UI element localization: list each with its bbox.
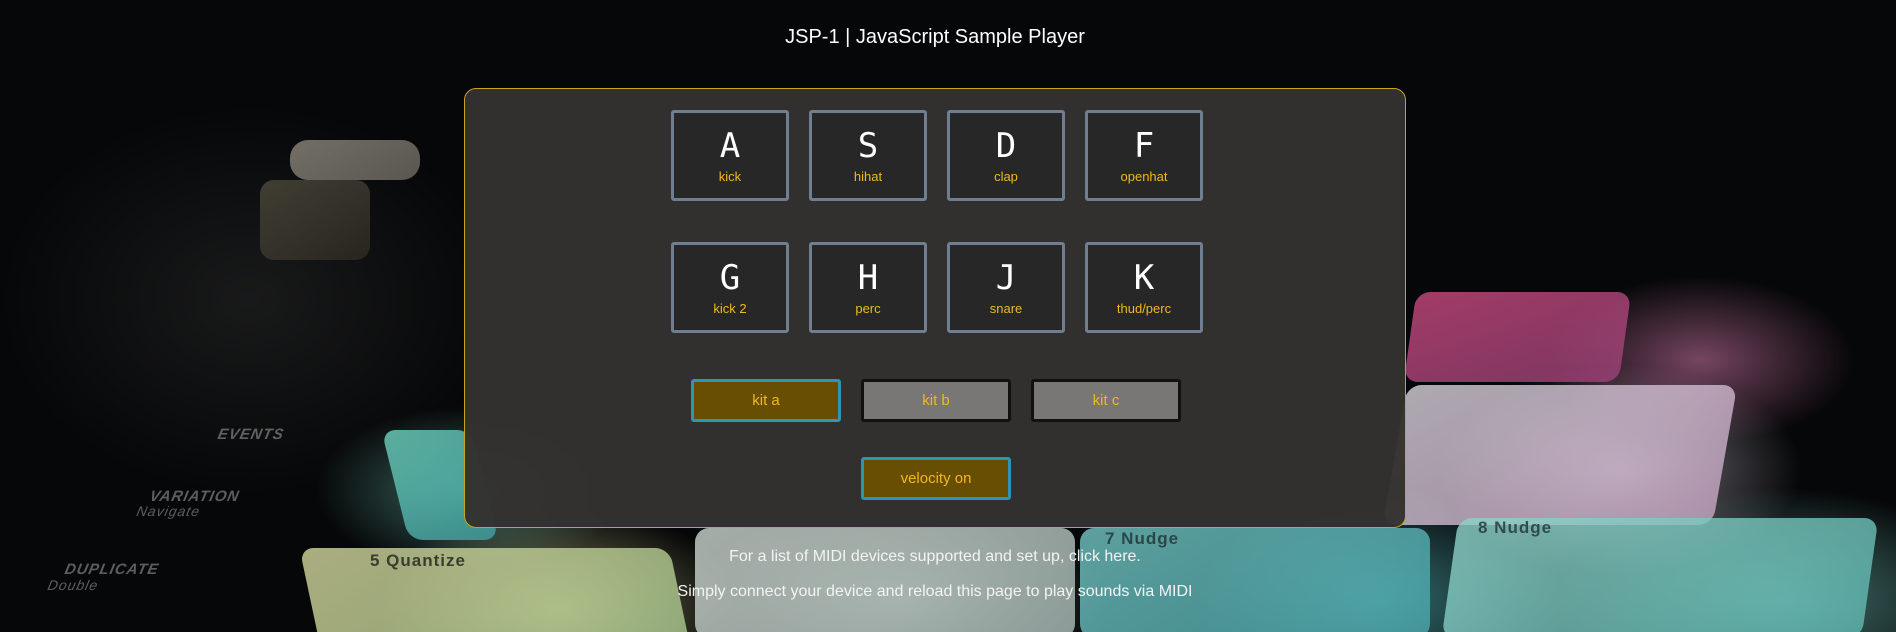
pad-key-label: J: [995, 258, 1017, 298]
pad-sample-label: clap: [994, 169, 1018, 184]
app-root: 5 Quantize 7 Nudge 8 Nudge EVENTS VARIAT…: [0, 0, 1896, 632]
kit-b-button[interactable]: kit b: [861, 379, 1011, 422]
pad-key-label: A: [719, 126, 741, 166]
pad-a[interactable]: A kick: [671, 110, 789, 201]
pad-key-label: G: [719, 258, 741, 298]
midi-devices-note: For a list of MIDI devices supported and…: [0, 548, 1870, 566]
pad-key-label: H: [857, 258, 879, 298]
pad-key-label: D: [995, 126, 1017, 166]
pad-sample-label: thud/perc: [1116, 301, 1172, 316]
background-pad: [1382, 385, 1738, 525]
pad-sample-label: openhat: [1120, 169, 1168, 184]
pad-sample-label: kick: [718, 169, 742, 184]
page-title: JSP-1 | JavaScript Sample Player: [785, 26, 1085, 48]
pad-sample-label: hihat: [853, 169, 883, 184]
midi-devices-link[interactable]: click here: [1069, 548, 1137, 565]
background-pad: [695, 528, 1075, 632]
pad-sample-label: perc: [855, 301, 881, 316]
pad-sample-label: snare: [989, 301, 1023, 316]
pad-f[interactable]: F openhat: [1085, 110, 1203, 201]
sampler-panel: A kick S hihat D clap F openhat G kick 2…: [464, 88, 1406, 528]
pad-sample-label: kick 2: [713, 301, 747, 316]
pad-g[interactable]: G kick 2: [671, 242, 789, 333]
pad-j[interactable]: J snare: [947, 242, 1065, 333]
pad-h[interactable]: H perc: [809, 242, 927, 333]
kit-c-button[interactable]: kit c: [1031, 379, 1181, 422]
background-pad: [290, 140, 420, 180]
pad-d[interactable]: D clap: [947, 110, 1065, 201]
background-label: 7 Nudge: [1105, 529, 1180, 548]
pad-key-label: S: [857, 126, 879, 166]
velocity-toggle-button[interactable]: velocity on: [861, 457, 1011, 500]
pad-s[interactable]: S hihat: [809, 110, 927, 201]
background-label: EVENTS: [216, 426, 286, 443]
background-pad: [260, 180, 370, 260]
pad-k[interactable]: K thud/perc: [1085, 242, 1203, 333]
midi-connect-note: Simply connect your device and reload th…: [677, 583, 1193, 600]
pad-key-label: F: [1133, 126, 1155, 166]
background-label: 8 Nudge: [1478, 518, 1553, 537]
kit-a-button[interactable]: kit a: [691, 379, 841, 422]
midi-note-text: For a list of MIDI devices supported and…: [729, 548, 1069, 565]
pad-key-label: K: [1133, 258, 1155, 298]
background-pad: [1403, 292, 1632, 382]
background-label: Navigate: [135, 503, 202, 519]
midi-note-period: .: [1136, 548, 1141, 565]
